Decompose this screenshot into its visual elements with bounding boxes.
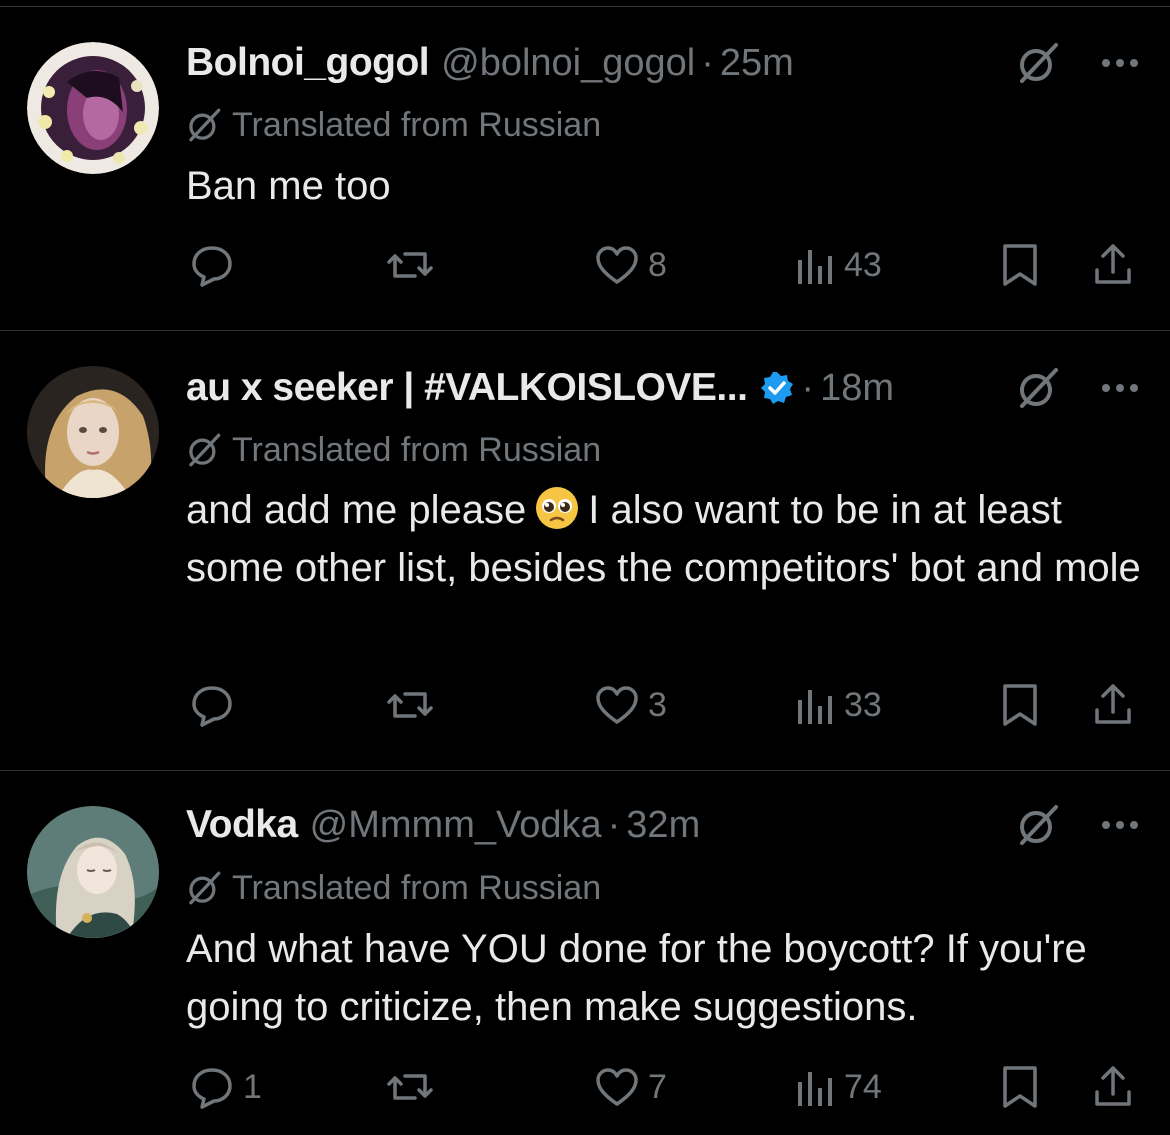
display-name[interactable]: Bolnoi_gogol xyxy=(186,41,430,85)
timestamp[interactable]: 25m xyxy=(720,42,794,85)
bookmark-button[interactable] xyxy=(1000,1062,1040,1112)
action-bar: 1 7 74 xyxy=(0,1062,1170,1112)
reply-icon xyxy=(192,686,232,727)
separator-dot: · xyxy=(801,366,815,409)
handle[interactable]: @bolnoi_gogol xyxy=(441,42,695,85)
tweet-text-part: and add me please xyxy=(186,488,527,532)
views-button[interactable]: 33 xyxy=(796,680,882,730)
like-button[interactable]: 8 xyxy=(594,240,667,290)
tweet-header: au x seeker | #VALKOISLOVE... · 18m xyxy=(186,365,894,411)
tweet-header: Vodka @Mmmm_Vodka · 32m xyxy=(186,802,700,848)
avatar[interactable] xyxy=(27,366,159,498)
repost-button[interactable] xyxy=(385,240,443,290)
like-button[interactable]: 7 xyxy=(594,1062,667,1112)
repost-icon xyxy=(387,1074,433,1100)
bookmark-button[interactable] xyxy=(1000,680,1040,730)
translated-text: Translated from Russian xyxy=(232,868,602,907)
heart-icon xyxy=(596,246,638,284)
translated-text: Translated from Russian xyxy=(232,430,602,469)
analytics-icon xyxy=(798,250,832,284)
views-button[interactable]: 74 xyxy=(796,1062,882,1112)
share-icon xyxy=(1095,1066,1131,1106)
reply-count: 1 xyxy=(243,1067,262,1106)
display-name[interactable]: Vodka xyxy=(186,803,298,847)
separator-dot: · xyxy=(607,803,621,846)
tweet-2[interactable]: au x seeker | #VALKOISLOVE... · 18m Tran… xyxy=(0,330,1170,771)
action-bar: 8 43 xyxy=(0,240,1170,290)
translated-label[interactable]: Translated from Russian xyxy=(186,428,601,472)
timestamp[interactable]: 32m xyxy=(626,804,700,847)
share-icon xyxy=(1095,684,1131,724)
share-button[interactable] xyxy=(1091,240,1135,290)
bookmark-button[interactable] xyxy=(1000,240,1040,290)
tweet-text: Ban me too xyxy=(186,164,391,208)
pleading-face-emoji-icon xyxy=(536,487,579,529)
like-count: 8 xyxy=(648,245,667,284)
bookmark-icon xyxy=(1003,684,1037,726)
reply-button[interactable] xyxy=(189,240,243,290)
share-button[interactable] xyxy=(1091,1062,1135,1112)
analytics-icon xyxy=(798,1072,832,1106)
views-count: 74 xyxy=(844,1067,882,1106)
translated-text: Translated from Russian xyxy=(232,105,602,144)
grok-icon[interactable] xyxy=(1016,41,1060,85)
repost-button[interactable] xyxy=(385,1062,443,1112)
avatar[interactable] xyxy=(27,806,159,938)
heart-icon xyxy=(596,1068,638,1106)
bookmark-icon xyxy=(1003,244,1037,286)
views-button[interactable]: 43 xyxy=(796,240,882,290)
grok-icon xyxy=(189,108,221,142)
views-count: 33 xyxy=(844,685,882,724)
reply-button[interactable] xyxy=(189,680,243,730)
heart-icon xyxy=(596,686,638,724)
display-name[interactable]: au x seeker | #VALKOISLOVE... xyxy=(186,366,748,410)
translated-label[interactable]: Translated from Russian xyxy=(186,866,601,910)
reply-icon xyxy=(192,1068,232,1109)
repost-icon xyxy=(387,252,433,278)
repost-button[interactable] xyxy=(385,680,443,730)
views-count: 43 xyxy=(844,245,882,284)
more-options-icon[interactable] xyxy=(1100,819,1140,831)
more-options-icon[interactable] xyxy=(1100,382,1140,394)
tweet-1[interactable]: Bolnoi_gogol @bolnoi_gogol · 25m Transla… xyxy=(0,0,1170,331)
tweet-3[interactable]: Vodka @Mmmm_Vodka · 32m Translated from … xyxy=(0,770,1170,1135)
handle[interactable]: @Mmmm_Vodka xyxy=(310,804,602,847)
tweet-text: And what have YOU done for the boycott? … xyxy=(186,927,1087,1029)
grok-icon xyxy=(189,433,221,467)
analytics-icon xyxy=(798,690,832,724)
repost-icon xyxy=(387,692,433,718)
separator-dot: · xyxy=(701,41,714,84)
grok-icon[interactable] xyxy=(1016,803,1060,847)
translated-label[interactable]: Translated from Russian xyxy=(186,103,601,147)
avatar[interactable] xyxy=(27,42,159,174)
like-count: 3 xyxy=(648,685,667,724)
grok-icon[interactable] xyxy=(1016,366,1060,410)
share-icon xyxy=(1095,244,1131,284)
tweet-top-actions xyxy=(1016,802,1140,848)
like-count: 7 xyxy=(648,1067,667,1106)
like-button[interactable]: 3 xyxy=(594,680,667,730)
tweet-text: and add me please I also want to be in a… xyxy=(186,481,1146,597)
reply-button[interactable]: 1 xyxy=(189,1062,262,1112)
tweet-header: Bolnoi_gogol @bolnoi_gogol · 25m xyxy=(186,40,794,86)
tweet-top-actions xyxy=(1016,365,1140,411)
more-options-icon[interactable] xyxy=(1100,57,1140,69)
share-button[interactable] xyxy=(1091,680,1135,730)
bookmark-icon xyxy=(1003,1066,1037,1108)
tweet-top-actions xyxy=(1016,40,1140,86)
timestamp[interactable]: 18m xyxy=(820,367,894,410)
action-bar: 3 33 xyxy=(0,680,1170,730)
reply-icon xyxy=(192,246,232,287)
grok-icon xyxy=(189,871,221,905)
verified-badge-icon xyxy=(761,372,794,404)
